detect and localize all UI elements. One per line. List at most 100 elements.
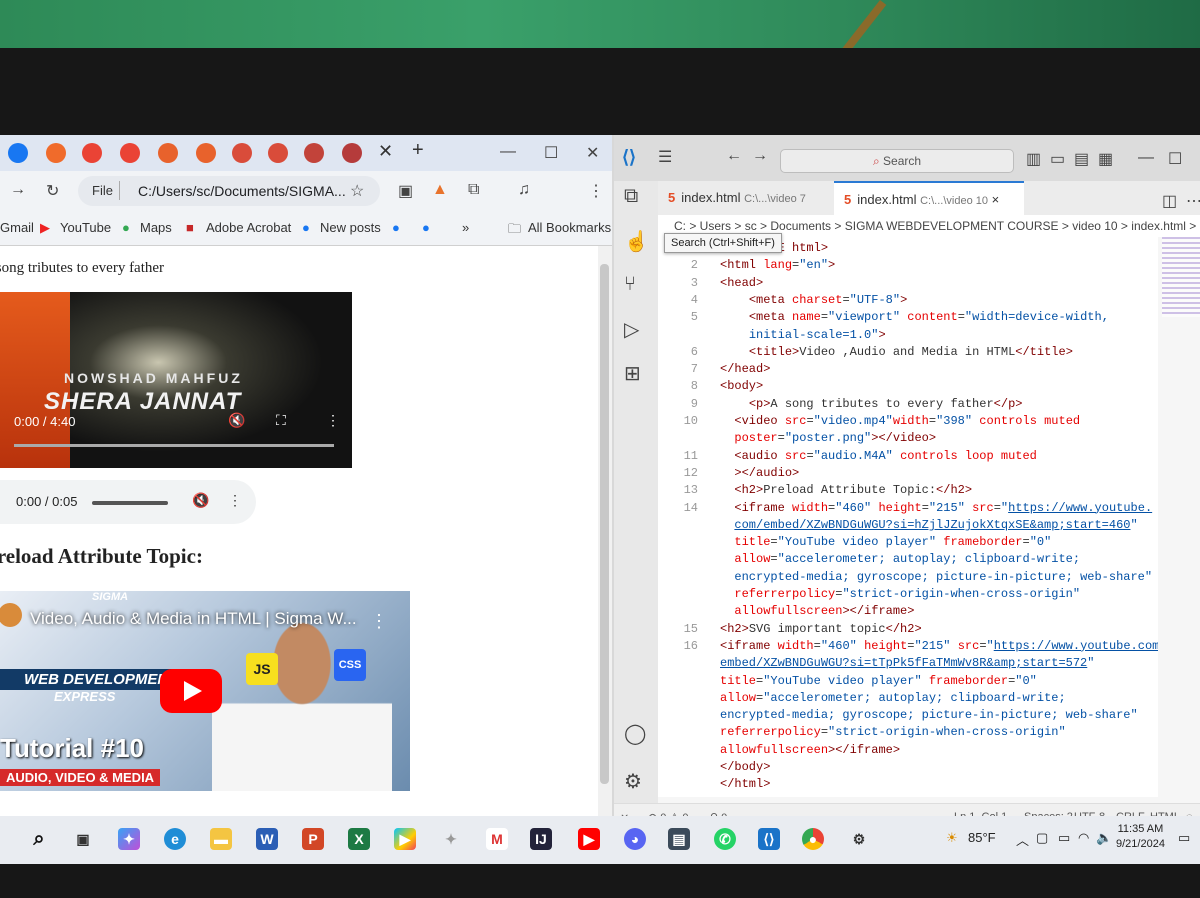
split-editor-icon[interactable]: ◫ (1162, 191, 1177, 211)
extensions-icon[interactable]: ⧉ (468, 181, 479, 199)
close-tab-icon[interactable]: ✕ (378, 141, 393, 162)
explorer-icon[interactable]: ⧉ (624, 185, 638, 208)
minimize-icon[interactable]: — (500, 143, 516, 161)
tray-icon[interactable]: ▢ (1036, 830, 1048, 846)
bookmark-new-posts[interactable]: New posts (320, 220, 381, 235)
intellij-icon[interactable]: IJ (530, 828, 552, 850)
reload-icon[interactable]: ↻ (46, 181, 59, 201)
new-tab-icon[interactable]: + (412, 139, 424, 162)
word-icon[interactable]: W (256, 828, 278, 850)
tab-index-video10[interactable]: 5 index.html C:\...\video 10 × (834, 181, 1024, 217)
bookmark-maps[interactable]: Maps (140, 220, 172, 235)
pinned-app-icon[interactable]: ✦ (440, 828, 462, 850)
scroll-thumb[interactable] (600, 264, 609, 784)
run-debug-icon[interactable]: ▷ (624, 317, 639, 342)
account-icon[interactable]: ◯ (624, 721, 646, 746)
youtube-video-title[interactable]: Video, Audio & Media in HTML | Sigma W..… (30, 609, 357, 629)
bookmark-youtube[interactable]: YouTube (60, 220, 111, 235)
settings-gear-icon[interactable]: ⚙ (624, 769, 642, 794)
weather-temperature[interactable]: 85°F (968, 830, 996, 845)
whatsapp-icon[interactable]: ✆ (714, 828, 736, 850)
copilot-icon[interactable]: ✦ (118, 828, 140, 850)
audio-player[interactable]: 0:00 / 0:05 🔇 ⋮ (0, 480, 256, 524)
facebook-tab[interactable] (8, 143, 28, 163)
forward-icon[interactable]: → (752, 147, 768, 165)
extensions-icon[interactable]: ⊞ (624, 361, 641, 386)
layout-icon[interactable]: ▥ (1026, 149, 1041, 169)
search-icon[interactable]: ☝ (624, 229, 649, 254)
settings-gear-icon[interactable]: ⚙ (848, 828, 870, 850)
maximize-icon[interactable]: ☐ (544, 143, 558, 163)
more-options-icon[interactable]: ⋮ (228, 492, 242, 509)
close-window-icon[interactable]: ✕ (586, 143, 599, 163)
bookmark-star-icon[interactable]: ☆ (350, 181, 364, 201)
notification-icon[interactable]: ▭ (1178, 830, 1190, 846)
bookmark-gmail[interactable]: Gmail (0, 220, 34, 235)
discord-icon[interactable]: ◕ (624, 828, 646, 850)
address-bar[interactable]: File C:/Users/sc/Documents/SIGMA... (78, 176, 380, 206)
youtube-play-button[interactable] (160, 669, 222, 713)
tab-icon[interactable] (304, 143, 324, 163)
channel-avatar[interactable] (0, 603, 22, 627)
back-icon[interactable]: ← (726, 147, 742, 165)
edge-icon[interactable]: e (164, 828, 186, 850)
excel-icon[interactable]: X (348, 828, 370, 850)
clock[interactable]: 11:35 AM 9/21/2024 (1116, 822, 1165, 852)
facebook-bookmark-icon[interactable]: ● (392, 220, 400, 235)
search-icon[interactable]: ⌕ (28, 828, 50, 850)
menu-icon[interactable]: ☰ (658, 147, 672, 167)
tab-icon[interactable] (196, 143, 216, 163)
photos-icon[interactable]: ▤ (668, 828, 690, 850)
tab-icon[interactable] (232, 143, 252, 163)
chevron-up-icon[interactable]: ︿ (1016, 830, 1029, 849)
play-store-icon[interactable]: ▶ (394, 828, 416, 850)
tab-icon[interactable] (268, 143, 288, 163)
muted-icon[interactable]: 🔇 (192, 492, 209, 509)
google-tab[interactable] (82, 143, 102, 163)
bookmark-adobe-acrobat[interactable]: Adobe Acrobat (206, 220, 291, 235)
fullscreen-icon[interactable]: ⛶ (276, 412, 286, 429)
extension-icon[interactable]: ▲ (432, 181, 448, 199)
cast-icon[interactable]: ▣ (398, 181, 413, 201)
video-player[interactable]: NOWSHAD MAHFUZ SHERA JANNAT 0:00 / 4:40 … (0, 292, 352, 468)
layout-icon[interactable]: ▤ (1074, 149, 1089, 169)
url-text[interactable]: C:/Users/sc/Documents/SIGMA... (138, 183, 346, 199)
audio-progress-bar[interactable] (92, 501, 168, 505)
page-scrollbar[interactable] (598, 246, 612, 830)
vscode-icon[interactable]: ⟨⟩ (758, 828, 780, 850)
youtube-embed[interactable]: SIGMA Video, Audio & Media in HTML | Sig… (0, 591, 410, 791)
more-options-icon[interactable]: ⋮ (370, 611, 388, 632)
minimap[interactable] (1162, 237, 1200, 317)
close-tab-icon[interactable]: × (992, 192, 1000, 207)
tab-icon[interactable] (158, 143, 178, 163)
all-bookmarks[interactable]: All Bookmarks (528, 220, 611, 235)
youtube-icon[interactable]: ▶ (578, 828, 600, 850)
tab-icon[interactable] (46, 143, 66, 163)
more-bookmarks-icon[interactable]: » (462, 220, 469, 235)
forward-icon[interactable]: → (10, 181, 26, 199)
more-actions-icon[interactable]: ⋯ (1186, 191, 1200, 211)
tray-icon[interactable]: ▭ (1058, 830, 1070, 846)
layout-icon[interactable]: ▦ (1098, 149, 1113, 169)
file-explorer-icon[interactable]: ▬ (210, 828, 232, 850)
minimize-icon[interactable]: — (1138, 149, 1154, 167)
tab-icon[interactable] (342, 143, 362, 163)
command-center-search[interactable]: ⌕ Search (780, 149, 1014, 173)
google-tab[interactable] (120, 143, 140, 163)
source-control-icon[interactable]: ⑂ (624, 273, 636, 296)
tab-index-video7[interactable]: 5 index.html C:\...\video 7 (658, 181, 834, 215)
code-editor[interactable]: <!DOCTYPE html>2<html lang="en">3<head>4… (658, 237, 1158, 797)
video-progress-bar[interactable] (14, 444, 334, 447)
chrome-icon[interactable]: ● (802, 828, 824, 850)
volume-icon[interactable]: 🔈 (1096, 830, 1112, 846)
menu-icon[interactable]: ⋮ (588, 181, 604, 201)
powerpoint-icon[interactable]: P (302, 828, 324, 850)
media-control-icon[interactable]: ♫ (518, 181, 530, 199)
layout-icon[interactable]: ▭ (1050, 149, 1065, 169)
muted-icon[interactable]: 🔇 (228, 412, 245, 429)
task-view-icon[interactable]: ▣ (72, 828, 94, 850)
maximize-icon[interactable]: ☐ (1168, 149, 1182, 169)
gmail-icon[interactable]: M (486, 828, 508, 850)
site-info-chip[interactable]: File (86, 181, 120, 200)
facebook-bookmark-icon[interactable]: ● (422, 220, 430, 235)
